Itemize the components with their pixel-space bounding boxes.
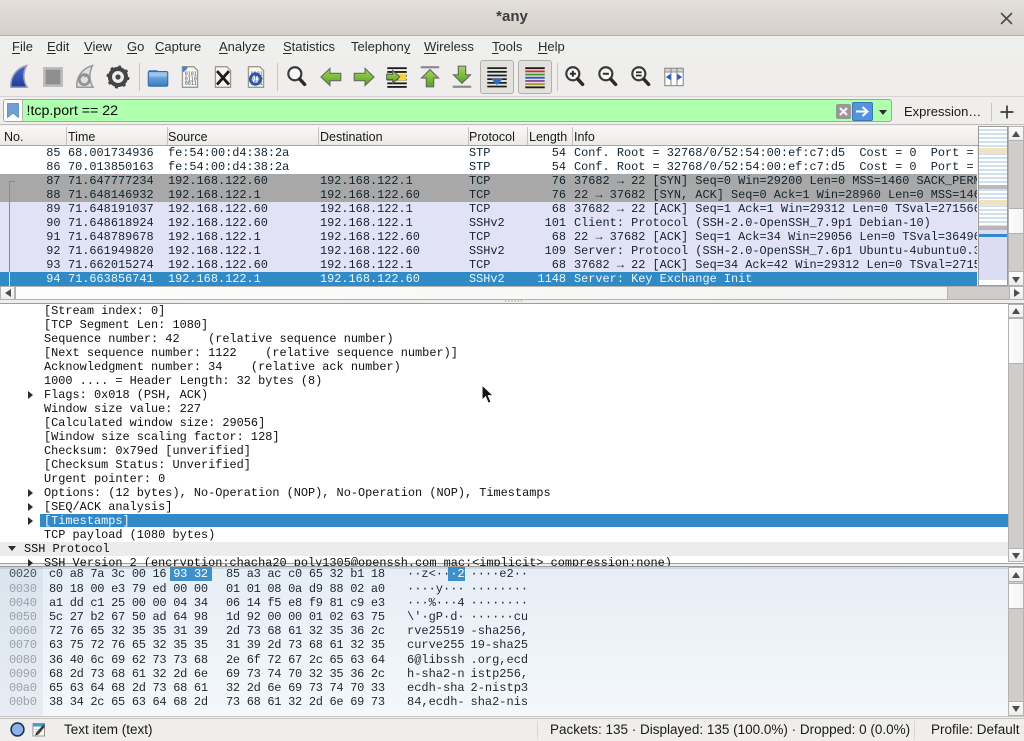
svg-text:0011: 0011 <box>185 81 197 87</box>
